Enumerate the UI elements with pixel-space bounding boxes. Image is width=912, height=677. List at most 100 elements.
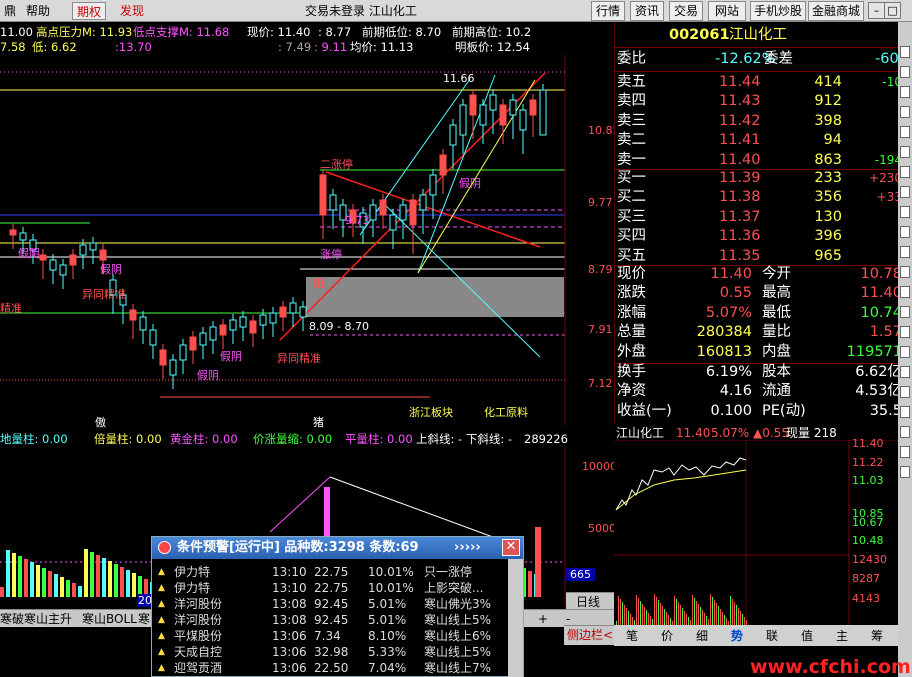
alert-row[interactable]: ▲ 伊力特 13:10 22.75 10.01% 只一涨停 (152, 564, 507, 580)
popup-more[interactable]: ››››› (454, 537, 481, 559)
candle-body (19, 232, 27, 241)
alert-popup[interactable]: 条件预警[运行中] 品种数:3298 条数:69 ››››› ✕ ▲ 伊力特 13:… (151, 536, 524, 677)
quote-tab[interactable]: 势 (731, 627, 743, 644)
sidebar-icon[interactable] (900, 466, 910, 478)
intraday-volume-bar (722, 612, 723, 625)
tab-hanpo[interactable]: 寒破 (0, 611, 24, 627)
minimize-icon[interactable]: – (868, 2, 885, 19)
window-title: 交易未登录 江山化工 (305, 4, 417, 18)
sidebar-toggle[interactable]: 侧边栏< (564, 625, 614, 645)
volume-bar (42, 568, 46, 597)
sidebar-icon[interactable] (900, 46, 910, 58)
menu-options[interactable]: 期权 (72, 2, 107, 20)
close-icon[interactable]: ✕ (502, 539, 520, 556)
quote-tab[interactable]: 筹 (871, 627, 883, 644)
btn-site[interactable]: 网站 (708, 1, 746, 21)
tab-hanshan-up[interactable]: 寒山主升 (24, 611, 72, 627)
kline-chart[interactable] (0, 55, 612, 425)
quote-tab[interactable]: 联 (766, 627, 778, 644)
quote-panel: 002061 江山化工 委比 -12.62% 委差 -601 卖五 11.44 41… (614, 22, 912, 425)
sector1-label[interactable]: 浙江板块 (409, 404, 453, 420)
sidebar-icon[interactable] (900, 386, 910, 398)
intraday-volume-bar (682, 608, 683, 625)
intraday-volume-bar (738, 608, 739, 625)
sell-row[interactable]: 卖五 11.44 414 -10 (617, 73, 902, 92)
sell-row[interactable]: 卖一 11.40 863 -194 (617, 151, 902, 170)
sidebar-icon[interactable] (900, 226, 910, 238)
intraday-volume-bar (724, 615, 725, 625)
intraday-volume-bar (622, 602, 623, 625)
sidebar-icon[interactable] (900, 186, 910, 198)
alert-row[interactable]: ▲ 平煤股份 13:06 7.34 8.10% 寒山线上6% (152, 628, 507, 644)
intraday-volume-bar (656, 597, 657, 625)
tab-hanshan-boll[interactable]: 寒山BOLL (82, 611, 137, 627)
sidebar-icon[interactable] (900, 406, 910, 418)
menu-first[interactable]: 鼎 (0, 2, 20, 20)
buy-row[interactable]: 买一 11.39 233 +230 (617, 169, 902, 188)
tab-plus[interactable]: + (538, 611, 548, 627)
volume-bar (0, 587, 4, 597)
sell-row[interactable]: 卖三 11.42 398 (617, 112, 902, 131)
alert-row[interactable]: ▲ 洋河股份 13:08 92.45 5.01% 寒山线上5% (152, 612, 507, 628)
sidebar-icon[interactable] (900, 166, 910, 178)
restore-icon[interactable]: □ (884, 2, 901, 19)
sidebar-icon[interactable] (900, 366, 910, 378)
quote-tab[interactable]: 值 (801, 627, 813, 644)
candle-body (409, 199, 417, 226)
day-tab[interactable]: 日线 (566, 592, 614, 609)
sidebar-icon[interactable] (900, 66, 910, 78)
buy-row[interactable]: 买二 11.38 356 +33 (617, 188, 902, 207)
intraday-volume-bar (628, 611, 629, 625)
intraday-volume-bar (662, 606, 663, 625)
alert-row[interactable]: ▲ 迎驾贡酒 13:06 22.50 7.04% 寒山线上7% (152, 660, 507, 676)
btn-news[interactable]: 资讯 (630, 1, 664, 21)
sidebar-icon[interactable] (900, 266, 910, 278)
sidebar-icon[interactable] (900, 246, 910, 258)
intraday-volume-bar (744, 617, 745, 625)
sell-row[interactable]: 卖四 11.43 912 (617, 92, 902, 111)
sidebar-icon[interactable] (900, 326, 910, 338)
buy-row[interactable]: 买四 11.36 396 (617, 227, 902, 246)
alert-row[interactable]: ▲ 洋河股份 13:08 92.45 5.01% 寒山佛光3% (152, 596, 507, 612)
btn-trade[interactable]: 交易 (669, 1, 703, 21)
mini-axis-label: 10.48 (852, 534, 884, 547)
sidebar-icon[interactable] (900, 106, 910, 118)
popup-scrollbar[interactable] (508, 559, 523, 677)
quote-tab[interactable]: 价 (661, 627, 673, 644)
fake5-label: 假阴 (197, 369, 219, 382)
buy-row[interactable]: 买三 11.37 130 (617, 208, 902, 227)
alert-row[interactable]: ▲ 天成自控 13:06 32.98 5.33% 寒山线上5% (152, 644, 507, 660)
up-arrow-icon: ▲ (158, 567, 165, 577)
quote-tab[interactable]: 主 (836, 627, 848, 644)
sidebar-icon[interactable] (900, 86, 910, 98)
btn-mobile[interactable]: 手机炒股 (750, 1, 806, 21)
menu-help[interactable]: 帮助 (22, 2, 54, 20)
intraday-volume-bar (712, 597, 713, 625)
sidebar-icon[interactable] (900, 146, 910, 158)
volume-bar (54, 574, 58, 597)
sidebar-icon[interactable] (900, 426, 910, 438)
right-sidebar[interactable] (898, 22, 912, 677)
menu-discover[interactable]: 发现 (116, 2, 148, 20)
btn-quote[interactable]: 行情 (591, 1, 625, 21)
alert-row[interactable]: ▲ 伊力特 13:10 22.75 10.01% 上影突破... (152, 580, 507, 596)
quote-tab[interactable]: 笔 (626, 627, 638, 644)
sell-row[interactable]: 卖二 11.41 94 (617, 131, 902, 150)
sector2-label[interactable]: 化工原料 (484, 404, 528, 420)
tab-han[interactable]: 寒 (138, 611, 150, 627)
sidebar-icon[interactable] (900, 286, 910, 298)
popup-header[interactable]: 条件预警[运行中] 品种数:3298 条数:69 ››››› ✕ (152, 537, 523, 559)
sidebar-icon[interactable] (900, 346, 910, 358)
candle-body (9, 229, 17, 236)
up-arrow-icon: ▲ (158, 615, 165, 625)
quote-tab[interactable]: 细 (696, 627, 708, 644)
candle-body (449, 124, 457, 146)
btn-mall[interactable]: 金融商城 (808, 1, 864, 21)
price-axis-3: 8.79 (588, 263, 613, 276)
sidebar-icon[interactable] (900, 306, 910, 318)
sidebar-icon[interactable] (900, 126, 910, 138)
sidebar-icon[interactable] (900, 446, 910, 458)
intraday-volume-bar (668, 615, 669, 625)
buy-row[interactable]: 买五 11.35 965 (617, 247, 902, 266)
sidebar-icon[interactable] (900, 206, 910, 218)
